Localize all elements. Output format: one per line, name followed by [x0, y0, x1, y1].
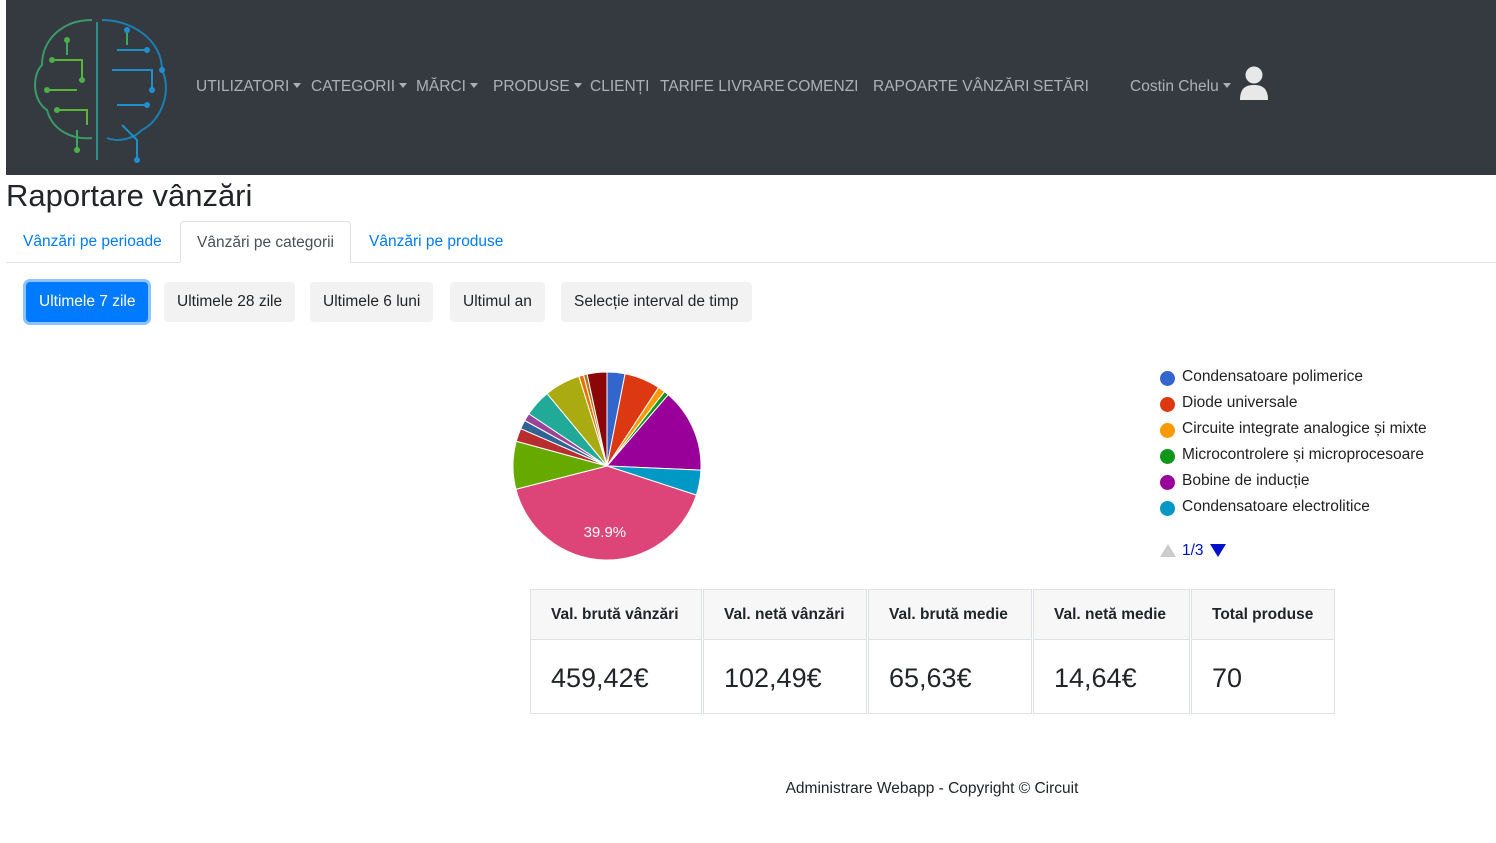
legend-swatch [1160, 397, 1175, 412]
legend-prev-icon[interactable] [1160, 544, 1176, 557]
custom-interval-button[interactable]: Selecție interval de timp [561, 282, 752, 322]
stat-gross-average: Val. brută medie 65,63€ [868, 589, 1032, 714]
nav-item-0[interactable]: UTILIZATORI [196, 78, 301, 96]
stat-header: Total produse [1192, 590, 1334, 640]
legend-swatch [1160, 423, 1175, 438]
stat-value: 70 [1212, 663, 1243, 693]
legend-next-icon[interactable] [1210, 544, 1226, 557]
nav-item-5[interactable]: TARIFE LIVRARE [660, 78, 785, 96]
stat-gross-sales: Val. brută vânzări 459,42€ [530, 589, 702, 714]
legend-label: Diode universale [1182, 394, 1298, 411]
stat-header: Val. brută vânzări [531, 590, 701, 640]
legend-swatch [1160, 449, 1175, 464]
stat-header: Val. brută medie [869, 590, 1031, 640]
stat-net-average: Val. netă medie 14,64€ [1033, 589, 1190, 714]
nav-item-4[interactable]: CLIENȚI [590, 78, 649, 96]
tab-sales-by-category[interactable]: Vânzări pe categorii [180, 221, 351, 263]
stat-value: 459,42€ [551, 663, 649, 693]
top-navbar: UTILIZATORI CATEGORII MĂRCI PRODUSE CLIENȚI T… [6, 0, 1496, 175]
report-tabs: Vânzări pe perioade Vânzări pe categorii… [6, 221, 1496, 263]
pie-slice-label: 39.9% [584, 524, 627, 541]
sales-summary-table: Val. brută vânzări 459,42€ Val. netă vân… [530, 589, 1336, 714]
tab-sales-by-period[interactable]: Vânzări pe perioade [7, 221, 178, 262]
last-28-days-button[interactable]: Ultimele 28 zile [164, 282, 296, 322]
category-pie-chart: 39.9% [512, 371, 702, 561]
legend-page-indicator: 1/3 [1182, 542, 1204, 559]
nav-item-7[interactable]: RAPOARTE VÂNZĂRI [873, 78, 1029, 96]
last-7-days-button[interactable]: Ultimele 7 zile [26, 282, 149, 322]
legend-label: Condensatoare polimerice [1182, 368, 1363, 385]
stat-header: Val. netă vânzări [704, 590, 866, 640]
legend-label: Circuite integrate analogice și mixte [1182, 420, 1427, 437]
legend-label: Condensatoare electrolitice [1182, 498, 1370, 515]
last-6-months-button[interactable]: Ultimele 6 luni [310, 282, 434, 322]
nav-item-6[interactable]: COMENZI [787, 78, 858, 96]
legend-swatch [1160, 371, 1175, 386]
stat-value: 102,49€ [724, 663, 822, 693]
nav-item-1[interactable]: CATEGORII [311, 78, 407, 96]
nav-item-8[interactable]: SETĂRI [1033, 78, 1089, 96]
nav-item-2[interactable]: MĂRCI [416, 78, 478, 96]
page-title: Raportare vânzări [6, 178, 253, 213]
legend-swatch [1160, 475, 1175, 490]
stat-header: Val. netă medie [1034, 590, 1189, 640]
tab-sales-by-product[interactable]: Vânzări pe produse [353, 221, 519, 262]
brain-circuit-logo-icon[interactable] [22, 10, 174, 165]
footer-copyright: Administrare Webapp - Copyright © Circui… [785, 780, 1079, 797]
stat-total-products: Total produse 70 [1191, 589, 1335, 714]
stat-value: 65,63€ [889, 663, 972, 693]
legend-swatch [1160, 501, 1175, 516]
stat-net-sales: Val. netă vânzări 102,49€ [703, 589, 867, 714]
stat-value: 14,64€ [1054, 663, 1137, 693]
legend-label: Bobine de inducție [1182, 472, 1310, 489]
user-menu[interactable]: Costin Chelu [1130, 78, 1231, 96]
nav-item-3[interactable]: PRODUSE [493, 78, 582, 96]
user-icon[interactable] [1238, 66, 1270, 100]
legend-label: Microcontrolere și microprocesoare [1182, 446, 1425, 463]
last-year-button[interactable]: Ultimul an [450, 282, 545, 322]
